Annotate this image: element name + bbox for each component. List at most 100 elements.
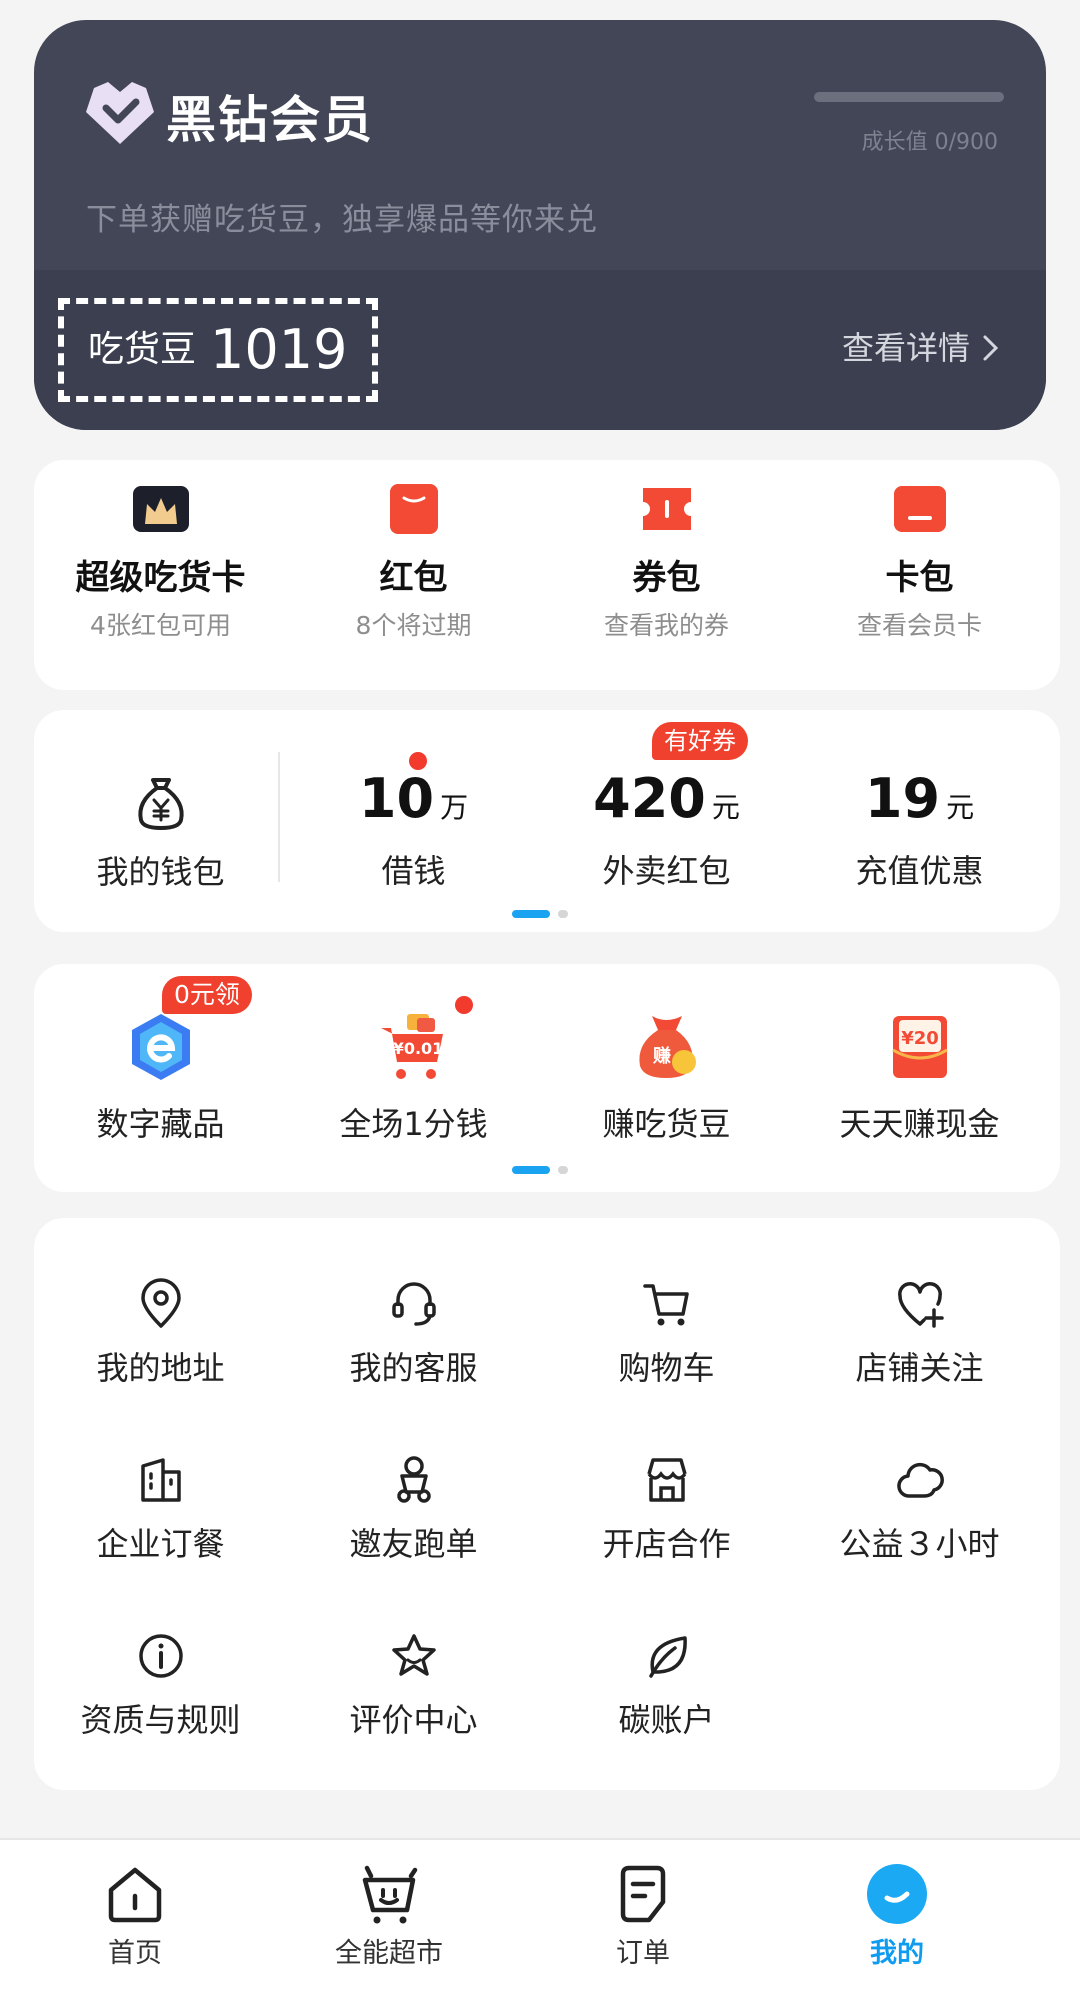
nav-orders[interactable]: 订单 — [516, 1840, 770, 2003]
asset-coupon[interactable]: 券包 查看我的券 — [540, 460, 793, 642]
star-icon — [391, 1634, 436, 1676]
asset-sub: 查看会员卡 — [856, 611, 982, 640]
wallet-loan[interactable]: 10 万 借钱 — [287, 710, 540, 892]
tool-cart[interactable]: 购物车 — [540, 1278, 793, 1388]
red-packet-icon — [389, 484, 438, 534]
order-icon — [620, 1865, 666, 1923]
promo-one-cent[interactable]: ¥0.01 全场1分钱 — [287, 964, 540, 1144]
nav-label: 全能超市 — [335, 1938, 443, 1969]
promo-earn-beans[interactable]: 赚 赚吃货豆 — [540, 964, 793, 1144]
tool-label: 邀友跑单 — [349, 1525, 478, 1563]
loan-amount: 10 万 — [287, 768, 540, 839]
nav-label: 首页 — [108, 1938, 162, 1969]
tool-customer-service[interactable]: 我的客服 — [287, 1278, 540, 1388]
tool-label: 我的客服 — [349, 1349, 478, 1387]
bottom-nav: 首页 全能超市 订单 我的 — [0, 1838, 1080, 2003]
view-details-link[interactable]: 查看详情 — [842, 326, 1002, 370]
diamond-member-logo-icon — [86, 82, 154, 144]
location-icon — [140, 1278, 181, 1328]
cart-icon — [642, 1284, 689, 1326]
growth-progress-bar — [814, 92, 1004, 102]
asset-sub: 8个将过期 — [355, 611, 472, 640]
asset-super-card[interactable]: 超级吃货卡 4张红包可用 — [34, 460, 287, 642]
tool-label: 碳账户 — [618, 1701, 715, 1739]
nav-supermarket[interactable]: 全能超市 — [262, 1840, 516, 2003]
pager-dot-active — [512, 910, 550, 918]
tool-invite-rider[interactable]: 邀友跑单 — [287, 1454, 540, 1564]
red-packet-value: 420 — [593, 767, 706, 830]
notification-dot — [409, 752, 427, 770]
profile-icon — [867, 1864, 927, 1924]
asset-title: 红包 — [379, 558, 448, 598]
tool-label: 公益３小时 — [839, 1525, 1000, 1563]
pager-dot — [558, 1166, 568, 1174]
cloud-icon — [896, 1462, 944, 1498]
topup-amount: 19 元 — [793, 768, 1046, 839]
pager-dot-active — [512, 1166, 550, 1174]
money-bag-icon: 赚 — [638, 1016, 696, 1078]
member-card[interactable]: 黑钻会员 成长值 0/900 下单获赠吃货豆，独享爆品等你来兑 吃货豆 1019… — [34, 20, 1046, 430]
nav-profile[interactable]: 我的 — [770, 1840, 1024, 2003]
pager-dot — [558, 910, 568, 918]
promo-digital-collection[interactable]: 数字藏品 0元领 — [34, 964, 287, 1144]
cart-penny-icon: ¥0.01 — [380, 1014, 443, 1079]
beans-label: 吃货豆 — [88, 329, 197, 370]
topup-unit: 元 — [946, 791, 975, 824]
money-bag-outline-icon — [137, 778, 184, 830]
asset-title: 超级吃货卡 — [75, 558, 246, 598]
tool-my-address[interactable]: 我的地址 — [34, 1278, 287, 1388]
asset-sub: 4张红包可用 — [90, 611, 231, 640]
heart-plus-icon — [897, 1282, 944, 1328]
basket-icon — [362, 1865, 418, 1924]
tool-label: 评价中心 — [349, 1701, 478, 1739]
cash-badge-text: ¥20 — [901, 1028, 939, 1049]
promo-label: 赚吃货豆 — [602, 1105, 731, 1143]
my-wallet[interactable]: 我的钱包 — [34, 710, 287, 892]
growth-text: 成长值 0/900 — [861, 130, 998, 155]
tool-label: 企业订餐 — [96, 1525, 225, 1563]
crown-card-icon — [132, 486, 189, 532]
tool-empty-slot — [793, 1630, 1046, 1740]
earn-badge-text: 赚 — [652, 1045, 671, 1067]
scooter-rider-icon — [396, 1456, 431, 1503]
red-packet-amount: 420 元 — [540, 768, 793, 839]
wallet-takeout-red-packet[interactable]: 420 元 外卖红包 有好券 — [540, 710, 793, 892]
beans-value: 1019 — [210, 318, 348, 381]
card-icon — [893, 486, 946, 532]
wallet-card: 我的钱包 10 万 借钱 420 元 外卖红包 有好券 19 元 充值优惠 — [34, 710, 1060, 932]
nav-home[interactable]: 首页 — [8, 1840, 262, 2003]
tool-charity-hours[interactable]: 公益３小时 — [793, 1454, 1046, 1564]
tool-label: 资质与规则 — [80, 1701, 241, 1739]
wallet-topup[interactable]: 19 元 充值优惠 — [793, 710, 1046, 892]
info-icon — [138, 1634, 183, 1678]
tool-label: 开店合作 — [602, 1525, 731, 1563]
cart-price-text: ¥0.01 — [392, 1039, 443, 1058]
tool-enterprise-order[interactable]: 企业订餐 — [34, 1454, 287, 1564]
promo-card: 数字藏品 0元领 ¥0.01 全场1分钱 赚 赚吃货豆 ¥20 天天赚现金 — [34, 964, 1060, 1192]
tool-review-center[interactable]: 评价中心 — [287, 1630, 540, 1740]
promo-label: 全场1分钱 — [339, 1105, 488, 1143]
coupon-icon — [642, 488, 691, 530]
member-subtitle: 下单获赠吃货豆，独享爆品等你来兑 — [86, 202, 598, 238]
loan-label: 借钱 — [381, 852, 446, 890]
tool-label: 我的地址 — [96, 1349, 225, 1387]
asset-red-packet[interactable]: 红包 8个将过期 — [287, 460, 540, 642]
tool-qualification-rules[interactable]: 资质与规则 — [34, 1630, 287, 1740]
tool-carbon-account[interactable]: 碳账户 — [540, 1630, 793, 1740]
promo-daily-cash[interactable]: ¥20 天天赚现金 — [793, 964, 1046, 1144]
tool-open-store[interactable]: 开店合作 — [540, 1454, 793, 1564]
wallet-pager — [512, 910, 568, 918]
member-title: 黑钻会员 — [166, 91, 374, 149]
storefront-icon — [646, 1458, 687, 1502]
digital-collection-icon — [131, 1014, 190, 1080]
my-wallet-label: 我的钱包 — [96, 853, 225, 891]
asset-card-wallet[interactable]: 卡包 查看会员卡 — [793, 460, 1046, 642]
tool-label: 店铺关注 — [855, 1349, 984, 1387]
leaf-icon — [648, 1636, 687, 1678]
tool-shop-follow[interactable]: 店铺关注 — [793, 1278, 1046, 1388]
beans-box[interactable]: 吃货豆 1019 — [58, 298, 378, 402]
building-icon — [140, 1458, 181, 1502]
red-packet-label: 外卖红包 — [602, 852, 731, 890]
headset-icon — [391, 1282, 436, 1326]
asset-title: 券包 — [632, 558, 701, 598]
